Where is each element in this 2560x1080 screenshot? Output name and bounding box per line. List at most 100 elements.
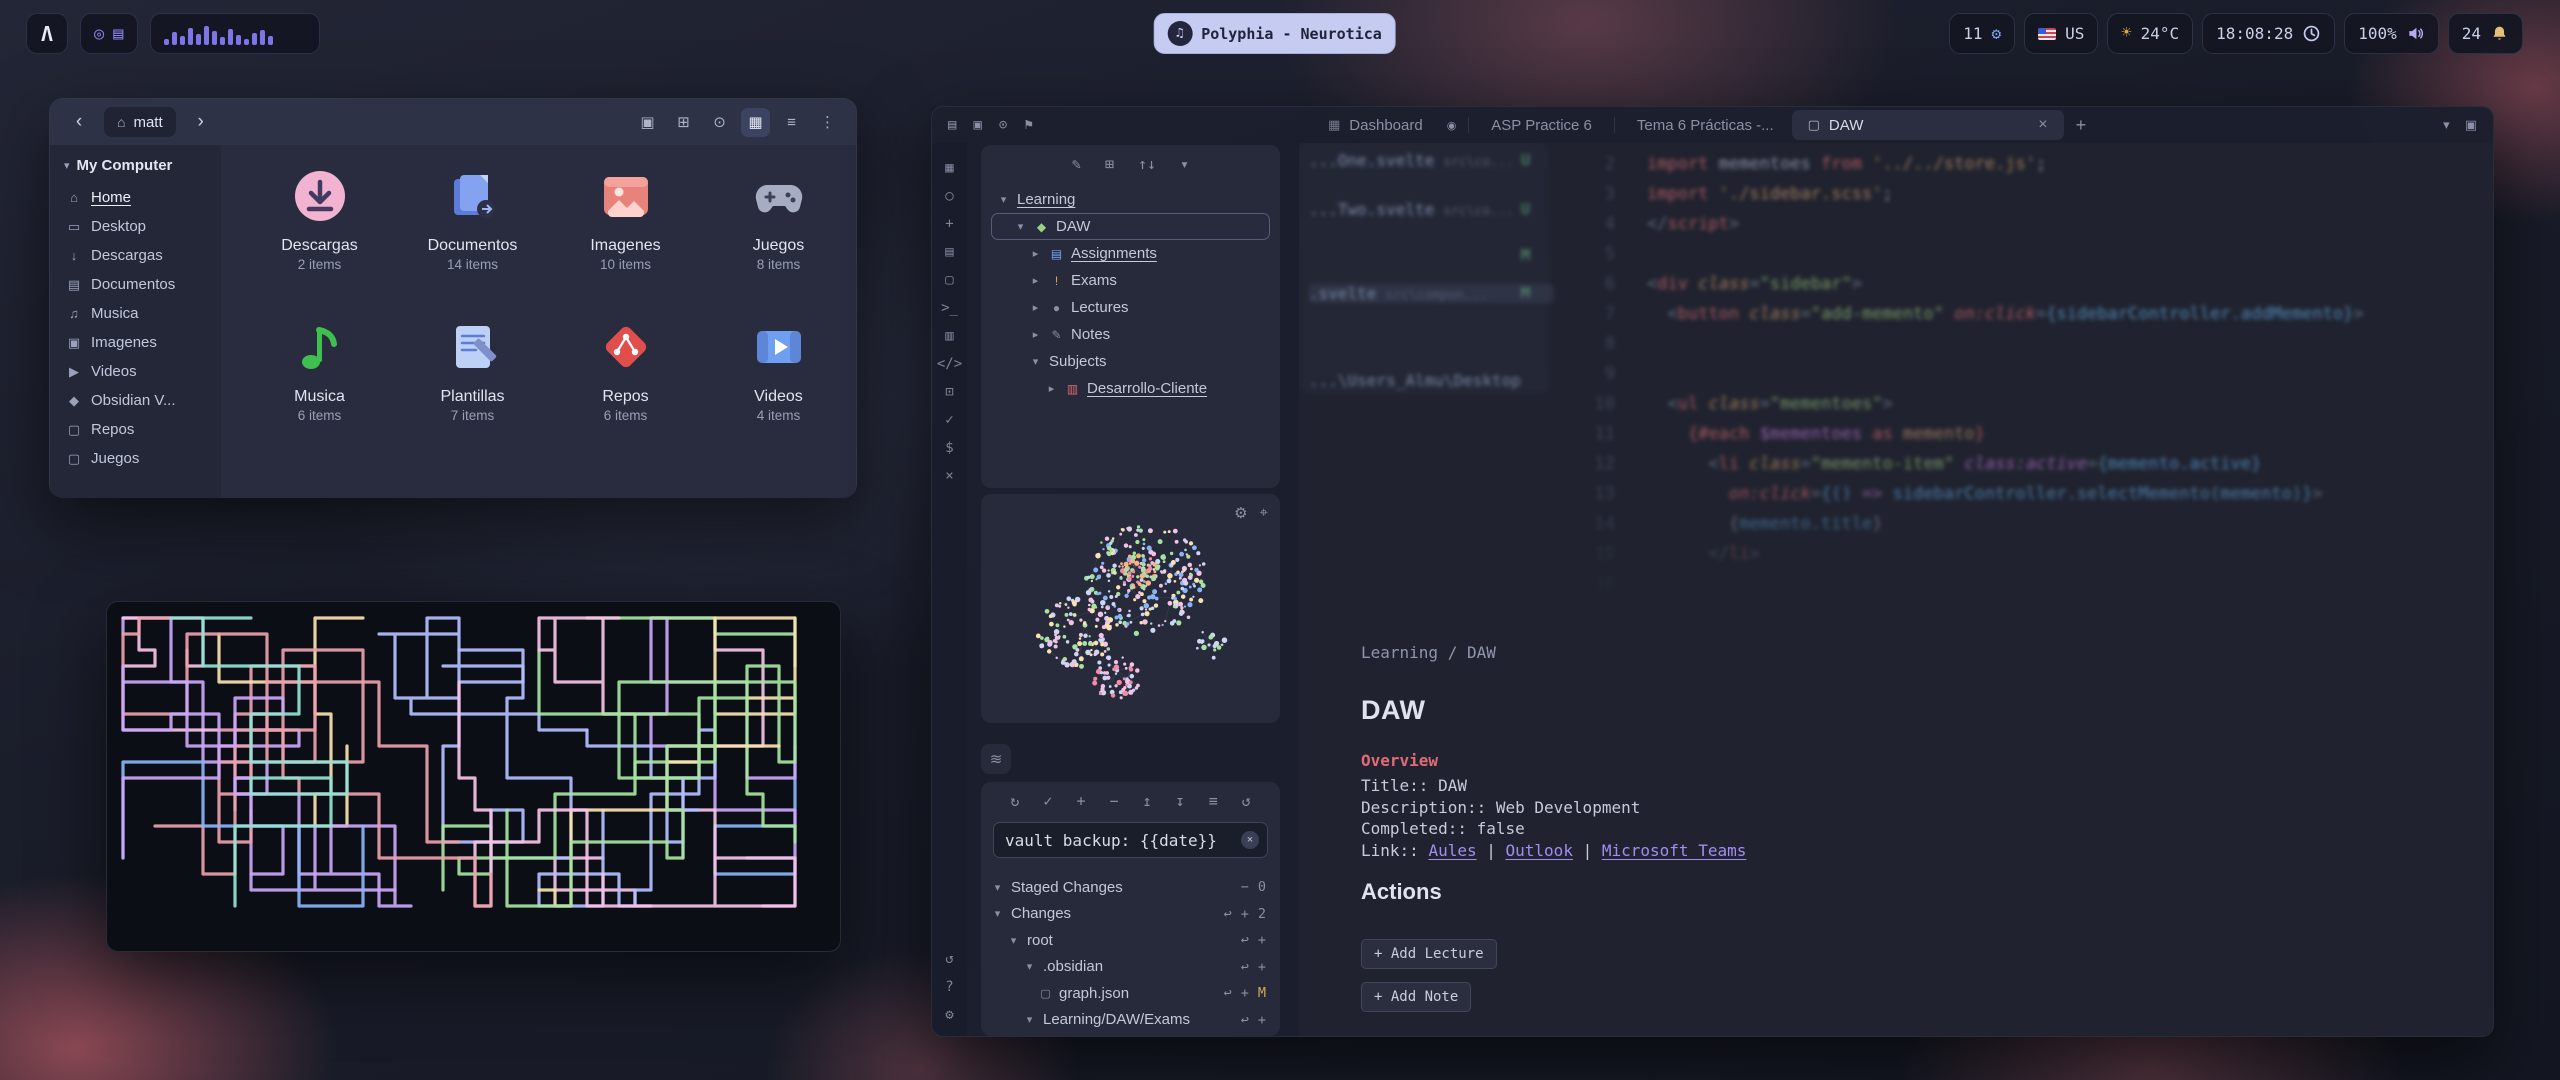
bookmarks-icon[interactable]: ⚑	[1024, 118, 1032, 132]
forward-button[interactable]: ›	[186, 107, 216, 137]
search-icon[interactable]: ⊙	[705, 108, 734, 137]
git-action-icon[interactable]: 0	[1258, 879, 1266, 895]
explorer-item-subjects[interactable]: ▾Subjects	[991, 348, 1270, 375]
note-link[interactable]: Outlook	[1506, 841, 1573, 860]
tasks-icon[interactable]: ✓	[945, 413, 953, 427]
new-folder-icon[interactable]: ⊞	[669, 108, 698, 137]
push-icon[interactable]: ↥	[1143, 794, 1152, 809]
folder-musica[interactable]: Musica 6 items	[243, 318, 396, 423]
launcher-button[interactable]: Λ	[26, 13, 68, 54]
sidebar-item-juegos[interactable]: ▢Juegos	[60, 444, 211, 473]
unstage-all-icon[interactable]: −	[1109, 794, 1118, 809]
git-action-icon[interactable]: M	[1258, 985, 1266, 1001]
pull-icon[interactable]: ↧	[1176, 794, 1185, 809]
explorer-item-desarrollo-cliente[interactable]: ▸▥Desarrollo-Cliente	[991, 375, 1270, 402]
canvas-icon[interactable]: ⊡	[945, 385, 953, 399]
folder-imagenes[interactable]: Imagenes 10 items	[549, 167, 702, 272]
book-icon[interactable]: ▥	[945, 329, 953, 343]
explorer-item-daw[interactable]: ▾◆DAW	[991, 213, 1270, 240]
note-link[interactable]: Aules	[1428, 841, 1476, 860]
clock-module[interactable]: 18:08:28	[2202, 13, 2335, 54]
changelist-icon[interactable]: ≡	[1209, 794, 1218, 809]
file-manager-titlebar[interactable]: ‹ ⌂ matt › ▣⊞⊙▦≡⋮	[50, 99, 856, 145]
volume-module[interactable]: 100%	[2344, 13, 2439, 54]
git-row[interactable]: ▾Staged Changes−0	[981, 874, 1280, 901]
keyboard-layout-module[interactable]: US	[2024, 13, 2098, 54]
git-action-icon[interactable]: ↩	[1224, 985, 1232, 1001]
tab-tema-practicas[interactable]: Tema 6 Prácticas -...	[1621, 110, 1790, 140]
quick-switcher-icon[interactable]: ▦	[945, 161, 953, 175]
folder-videos[interactable]: Videos 4 items	[702, 318, 855, 423]
graph-settings-icon[interactable]: ⚙	[1234, 504, 1247, 522]
sidebar-item-descargas[interactable]: ↓Descargas	[60, 241, 211, 270]
list-view-icon[interactable]: ≡	[777, 108, 806, 137]
commit-icon[interactable]: ✓	[1043, 794, 1052, 809]
obsidian-tabbar[interactable]: ▤▣⊙⚑ ▦ Dashboard ◉ ASP Practice 6 Tema 6…	[932, 107, 2493, 143]
split-layout-icon[interactable]: ▣	[2465, 117, 2477, 133]
new-note-icon[interactable]: +	[945, 217, 953, 231]
preview-icon[interactable]: ▣	[633, 108, 662, 137]
updates-module[interactable]: 11 ⚙	[1949, 13, 2015, 54]
git-action-icon[interactable]: +	[1258, 959, 1266, 975]
folder-juegos[interactable]: Juegos 8 items	[702, 167, 855, 272]
explorer-item-notes[interactable]: ▸✎Notes	[991, 321, 1270, 348]
git-action-icon[interactable]: −	[1241, 879, 1249, 895]
explorer-item-exams[interactable]: ▸!Exams	[991, 267, 1270, 294]
sidebar-header[interactable]: ▾ My Computer	[60, 157, 211, 174]
folder-descargas[interactable]: Descargas 2 items	[243, 167, 396, 272]
explorer-item-lectures[interactable]: ▸●Lectures	[991, 294, 1270, 321]
git-action-icon[interactable]: ↩	[1241, 959, 1249, 975]
git-action-icon[interactable]: +	[1258, 932, 1266, 948]
code-icon[interactable]: </>	[937, 357, 962, 371]
sort-icon[interactable]: ↑↓	[1138, 157, 1156, 172]
explorer-item-learning[interactable]: ▾Learning	[991, 186, 1270, 213]
sidebar-item-videos[interactable]: ▶Videos	[60, 357, 211, 386]
sidebar-item-imagenes[interactable]: ▣Imagenes	[60, 328, 211, 357]
close-icon[interactable]: ×	[945, 469, 953, 483]
git-action-icon[interactable]: 2	[1258, 906, 1266, 922]
grid-view-icon[interactable]: ▦	[741, 108, 770, 137]
new-tab-button[interactable]: +	[2066, 110, 2097, 140]
widgets-pill[interactable]: ◎ ▤	[80, 13, 138, 54]
discard-icon[interactable]: ↺	[1242, 794, 1251, 809]
graph-filter-icon[interactable]: ⌖	[1260, 504, 1268, 522]
sidebar-item-home[interactable]: ⌂Home	[60, 183, 211, 212]
git-action-icon[interactable]: +	[1258, 1012, 1266, 1028]
git-row[interactable]: ▾Learning/DAW/Exams↩+	[981, 1007, 1280, 1034]
sidebar-item-desktop[interactable]: ▭Desktop	[60, 212, 211, 241]
power-icon[interactable]: ◎	[94, 24, 104, 44]
folder-plantillas[interactable]: Plantillas 7 items	[396, 318, 549, 423]
commit-message-input[interactable]	[993, 822, 1268, 858]
git-row[interactable]: ▾.obsidian↩+	[981, 954, 1280, 981]
calendar-icon[interactable]: ▢	[945, 273, 953, 287]
git-row[interactable]: ▾Changes↩+2	[981, 901, 1280, 928]
search-icon[interactable]: ⊙	[999, 118, 1007, 132]
sidebar-item-obsidianv[interactable]: ◆Obsidian V...	[60, 386, 211, 415]
media-player-module[interactable]: ♫ Polyphia - Neurotica	[1153, 13, 1396, 54]
note-editor[interactable]: ...One.sveltesrc\co...U...Two.sveltesrc\…	[1299, 143, 2493, 1036]
daily-note-icon[interactable]: ▤	[945, 245, 953, 259]
terminal-icon[interactable]: >_	[941, 301, 958, 315]
notifications-module[interactable]: 24	[2448, 13, 2523, 54]
clear-icon[interactable]: ×	[1241, 831, 1259, 849]
git-action-icon[interactable]: ↩	[1241, 1012, 1249, 1028]
note-action-button[interactable]: + Add Lecture	[1361, 939, 1497, 969]
menu-icon[interactable]: ⋮	[813, 108, 842, 137]
note-link[interactable]: Microsoft Teams	[1602, 841, 1747, 860]
git-row[interactable]: ▾root↩+	[981, 927, 1280, 954]
git-view-icon[interactable]: ≋	[981, 744, 1011, 774]
finance-icon[interactable]: $	[945, 441, 953, 455]
explorer-item-assignments[interactable]: ▸▤Assignments	[991, 240, 1270, 267]
git-action-icon[interactable]: +	[1241, 906, 1249, 922]
back-button[interactable]: ‹	[64, 107, 94, 137]
sidebar-item-documentos[interactable]: ▤Documentos	[60, 270, 211, 299]
note-action-button[interactable]: + Add Note	[1361, 982, 1471, 1012]
sync-icon[interactable]: ↺	[945, 952, 953, 966]
git-row[interactable]: ▢graph.json↩+M	[981, 980, 1280, 1007]
folder-documentos[interactable]: Documentos 14 items	[396, 167, 549, 272]
graph-view[interactable]	[981, 494, 1280, 723]
search-icon[interactable]: ○	[945, 189, 953, 203]
new-folder-icon[interactable]: ⊞	[1105, 157, 1114, 172]
collapse-all-icon[interactable]: ▾	[1180, 157, 1189, 172]
notes-icon[interactable]: ▤	[113, 24, 123, 44]
